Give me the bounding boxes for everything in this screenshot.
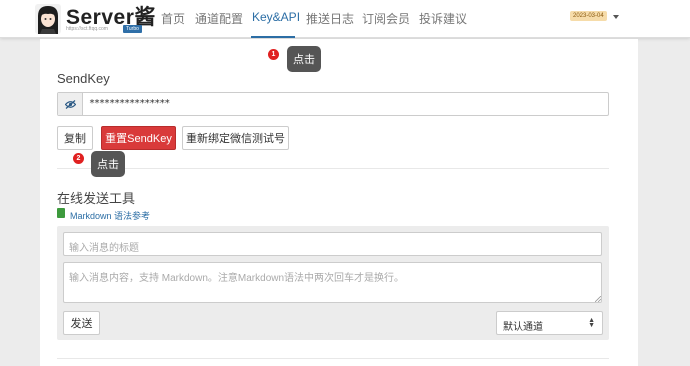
- nav-feedback[interactable]: 投诉建议: [419, 10, 467, 27]
- send-button[interactable]: 发送: [63, 311, 100, 335]
- sendkey-label: SendKey: [57, 71, 110, 86]
- reset-sendkey-button[interactable]: 重置SendKey: [101, 126, 176, 150]
- date-badge: 2023-03-04: [570, 11, 607, 21]
- sendkey-value[interactable]: ****************: [89, 98, 170, 109]
- nav-active-underline: [251, 36, 295, 38]
- message-title-input[interactable]: 输入消息的标题: [63, 232, 602, 256]
- resize-handle-icon[interactable]: [595, 296, 601, 302]
- nav-home[interactable]: 首页: [161, 10, 185, 27]
- user-menu-caret-icon[interactable]: [613, 15, 619, 19]
- annotation-tooltip-2: 点击: [91, 151, 125, 177]
- copy-button[interactable]: 复制: [57, 126, 93, 150]
- send-tool-title: 在线发送工具: [57, 191, 136, 206]
- annotation-tooltip-1: 点击: [287, 46, 321, 72]
- channel-select[interactable]: 默认通道 ▲ ▼: [496, 311, 603, 335]
- annotation-marker-1: 1: [268, 49, 279, 60]
- turbo-badge: Turbo: [123, 25, 142, 33]
- nav-push-log[interactable]: 推送日志: [306, 10, 354, 27]
- logo-avatar[interactable]: [35, 4, 61, 34]
- nav-subscribe[interactable]: 订阅会员: [362, 10, 410, 27]
- rebind-wechat-button[interactable]: 重新绑定微信测试号: [182, 126, 289, 150]
- top-navbar: Server酱 https://sct.ftqq.com Turbo 首页 通道…: [0, 0, 690, 38]
- annotation-marker-2: 2: [73, 153, 84, 164]
- channel-select-value: 默认通道: [503, 322, 543, 333]
- app-url: https://sct.ftqq.com: [66, 26, 108, 32]
- nav-key-api[interactable]: Key&API: [252, 10, 300, 24]
- eye-slash-icon[interactable]: [58, 93, 83, 115]
- message-content-textarea[interactable]: 输入消息内容，支持 Markdown。注意Markdown语法中两次回车才是换行…: [63, 262, 602, 303]
- bottom-divider: [57, 358, 609, 359]
- book-icon: [57, 208, 65, 218]
- sendkey-field[interactable]: ****************: [57, 92, 609, 116]
- markdown-reference-link[interactable]: Markdown 语法参考: [70, 209, 150, 222]
- select-arrows-icon: ▲ ▼: [588, 317, 595, 329]
- nav-channel-config[interactable]: 通道配置: [195, 10, 243, 27]
- section-divider: [57, 168, 609, 169]
